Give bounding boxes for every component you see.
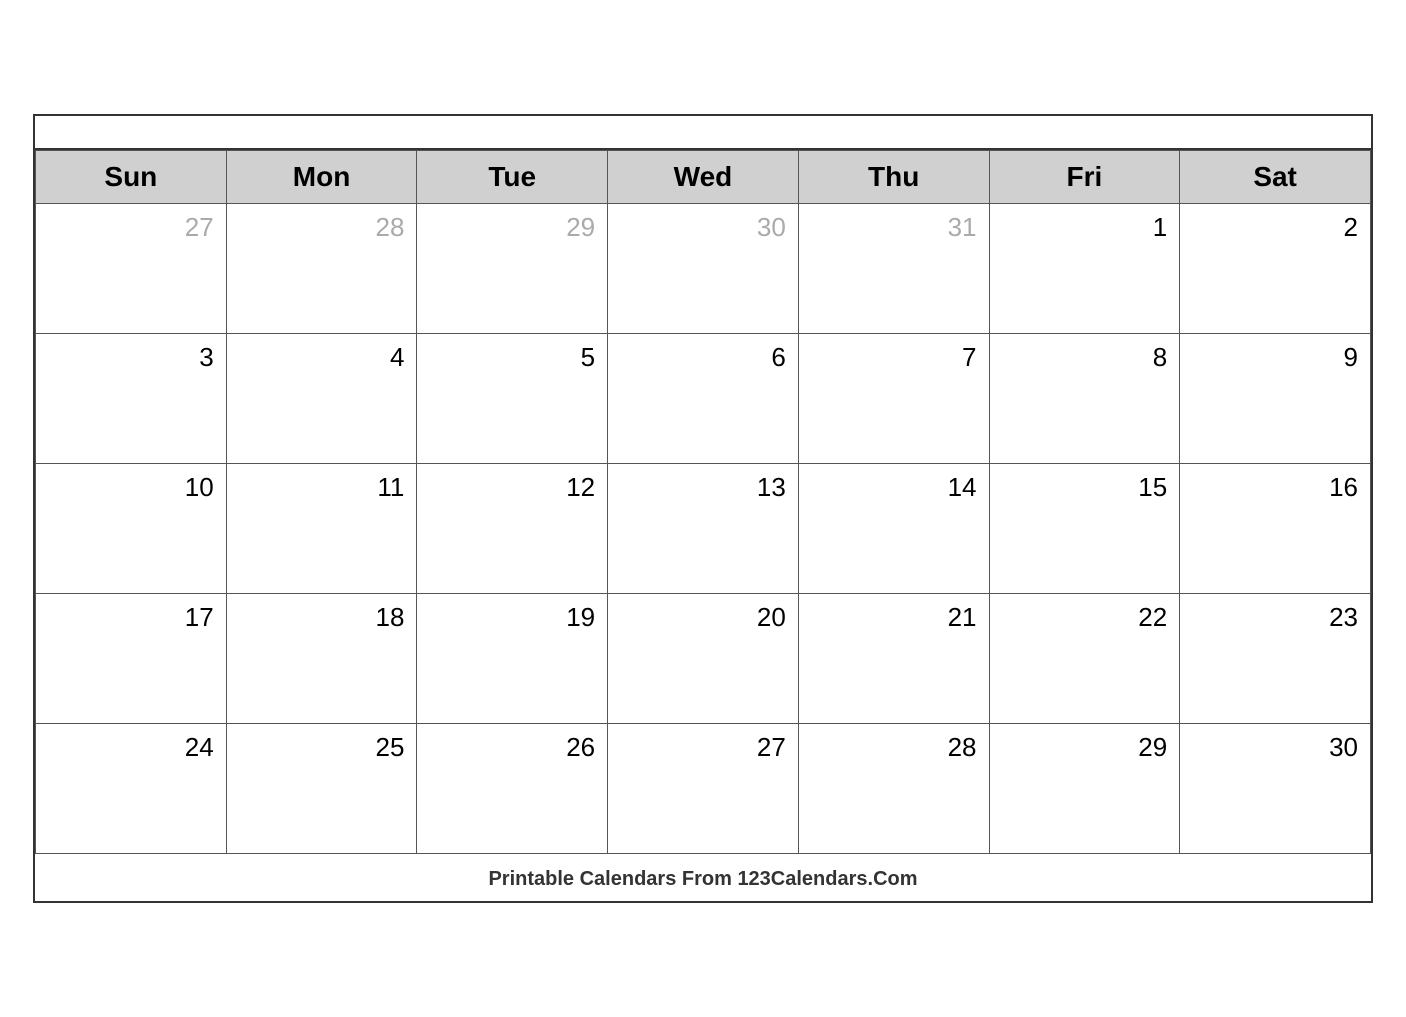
calendar-cell[interactable]: 12 [417, 464, 608, 594]
calendar-cell[interactable]: 18 [226, 594, 417, 724]
days-header-row: SunMonTueWedThuFriSat [36, 151, 1371, 204]
day-header-mon: Mon [226, 151, 417, 204]
day-header-sat: Sat [1180, 151, 1371, 204]
calendar-cell[interactable]: 23 [1180, 594, 1371, 724]
calendar-cell[interactable]: 14 [798, 464, 989, 594]
calendar-cell[interactable]: 1 [989, 204, 1180, 334]
calendar-title [35, 116, 1371, 150]
calendar-cell[interactable]: 7 [798, 334, 989, 464]
calendar-cell[interactable]: 27 [36, 204, 227, 334]
calendar-cell[interactable]: 16 [1180, 464, 1371, 594]
calendar-cell[interactable]: 27 [608, 724, 799, 854]
calendar-cell[interactable]: 3 [36, 334, 227, 464]
footer-brand: 123Calendars.Com [737, 868, 917, 890]
calendar-cell[interactable]: 11 [226, 464, 417, 594]
calendar-cell[interactable]: 21 [798, 594, 989, 724]
day-header-wed: Wed [608, 151, 799, 204]
calendar-cell[interactable]: 22 [989, 594, 1180, 724]
calendar-cell[interactable]: 24 [36, 724, 227, 854]
calendar-cell[interactable]: 6 [608, 334, 799, 464]
calendar-cell[interactable]: 25 [226, 724, 417, 854]
calendar-cell[interactable]: 29 [417, 204, 608, 334]
week-row-1: 272829303112 [36, 204, 1371, 334]
week-row-5: 24252627282930 [36, 724, 1371, 854]
footer-text: Printable Calendars From [488, 868, 737, 890]
calendar-cell[interactable]: 31 [798, 204, 989, 334]
calendar-cell[interactable]: 20 [608, 594, 799, 724]
calendar-cell[interactable]: 9 [1180, 334, 1371, 464]
calendar-grid: SunMonTueWedThuFriSat 272829303112345678… [35, 150, 1371, 854]
calendar-footer: Printable Calendars From 123Calendars.Co… [35, 854, 1371, 901]
week-row-3: 10111213141516 [36, 464, 1371, 594]
calendar-cell[interactable]: 4 [226, 334, 417, 464]
calendar-cell[interactable]: 30 [608, 204, 799, 334]
calendar-cell[interactable]: 15 [989, 464, 1180, 594]
day-header-fri: Fri [989, 151, 1180, 204]
calendar-cell[interactable]: 13 [608, 464, 799, 594]
week-row-2: 3456789 [36, 334, 1371, 464]
calendar-cell[interactable]: 2 [1180, 204, 1371, 334]
calendar-cell[interactable]: 28 [798, 724, 989, 854]
day-header-sun: Sun [36, 151, 227, 204]
week-row-4: 17181920212223 [36, 594, 1371, 724]
calendar-cell[interactable]: 26 [417, 724, 608, 854]
calendar-container: SunMonTueWedThuFriSat 272829303112345678… [33, 114, 1373, 903]
calendar-cell[interactable]: 10 [36, 464, 227, 594]
calendar-cell[interactable]: 30 [1180, 724, 1371, 854]
day-header-thu: Thu [798, 151, 989, 204]
calendar-cell[interactable]: 29 [989, 724, 1180, 854]
calendar-cell[interactable]: 5 [417, 334, 608, 464]
calendar-cell[interactable]: 28 [226, 204, 417, 334]
day-header-tue: Tue [417, 151, 608, 204]
calendar-cell[interactable]: 8 [989, 334, 1180, 464]
calendar-cell[interactable]: 17 [36, 594, 227, 724]
calendar-cell[interactable]: 19 [417, 594, 608, 724]
